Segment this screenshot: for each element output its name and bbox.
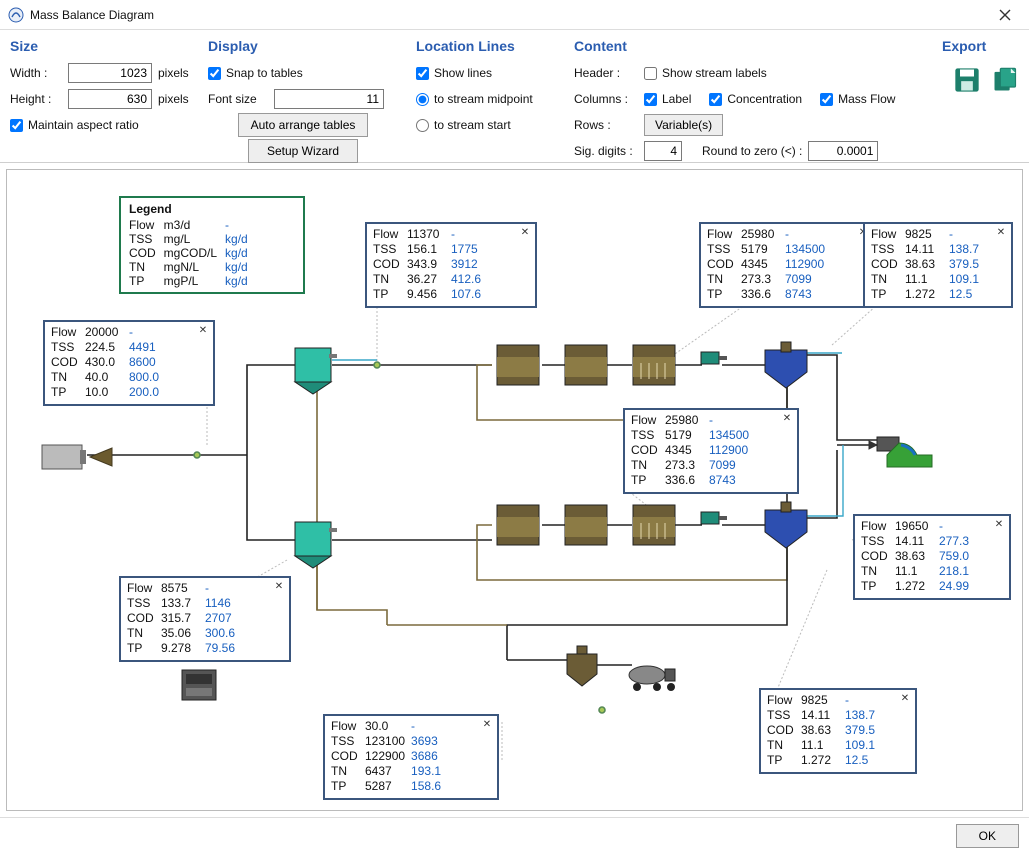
table-sludge[interactable]: ✕ Flow30.0- TSS1231003693 COD1229003686 … [323,714,499,800]
table-combined-eff[interactable]: ✕ Flow19650- TSS14.11277.3 COD38.63759.0… [853,514,1011,600]
midpoint-radio[interactable] [416,93,429,106]
table-close-icon[interactable]: ✕ [272,579,286,593]
sig-label: Sig. digits : [574,144,638,158]
table-rx2[interactable]: ✕ Flow25980- TSS5179134500 COD4345112900… [623,408,799,494]
table-eff-top[interactable]: ✕ Flow9825- TSS14.11138.7 COD38.63379.5 … [863,222,1013,308]
sig-input[interactable] [644,141,682,161]
start-radio[interactable] [416,119,429,132]
label-chk-label: Label [662,92,691,106]
streamlabels-checkbox[interactable] [644,67,657,80]
label-checkbox[interactable] [644,93,657,106]
font-input[interactable] [274,89,384,109]
reactor-bot-1-icon [497,505,539,545]
thickener-icon [567,646,597,686]
height-label: Height : [10,92,62,106]
blower-bot-icon [701,512,727,524]
table-close-icon[interactable]: ✕ [898,691,912,705]
table-close-icon[interactable]: ✕ [196,323,210,337]
primary-clarifier-2-icon [295,522,337,568]
secondary-clarifier-2-icon [765,502,807,548]
table-close-icon[interactable]: ✕ [994,225,1008,239]
reactor-top-3-icon [633,345,675,385]
showlines-label: Show lines [434,66,492,80]
setup-wizard-button[interactable]: Setup Wizard [248,139,358,163]
midpoint-label: to stream midpoint [434,92,533,106]
legend-title: Legend [129,202,295,216]
close-button[interactable] [989,3,1021,27]
rows-label: Rows : [574,118,638,132]
outfall-icon [877,437,932,467]
influent-icon [42,445,112,469]
reactor-top-1-icon [497,345,539,385]
ok-button[interactable]: OK [956,824,1019,848]
columns-label: Columns : [574,92,638,106]
table-influent[interactable]: ✕ Flow20000- TSS224.54491 COD430.08600 T… [43,320,215,406]
table-eff-bot[interactable]: ✕ Flow9825- TSS14.11138.7 COD38.63379.5 … [759,688,917,774]
blower-top-icon [701,352,727,364]
mf-checkbox[interactable] [820,93,833,106]
table-close-icon[interactable]: ✕ [518,225,532,239]
secondary-clarifier-1-icon [765,342,807,388]
loc-heading: Location Lines [416,38,556,54]
aspect-checkbox[interactable] [10,119,23,132]
height-input[interactable] [68,89,152,109]
content-heading: Content [574,38,924,54]
streamlabels-label: Show stream labels [662,66,767,80]
save-icon[interactable] [953,66,981,94]
window-title: Mass Balance Diagram [30,8,154,22]
round-input[interactable] [808,141,878,161]
aspect-label: Maintain aspect ratio [28,118,139,132]
conc-checkbox[interactable] [709,93,722,106]
reactor-bot-2-icon [565,505,607,545]
controller-icon [182,670,216,700]
showlines-checkbox[interactable] [416,67,429,80]
start-label: to stream start [434,118,511,132]
conc-chk-label: Concentration [727,92,802,106]
table-pc1[interactable]: ✕ Flow11370- TSS156.11775 COD343.93912 T… [365,222,537,308]
auto-arrange-button[interactable]: Auto arrange tables [238,113,368,137]
table-rx1[interactable]: ✕ Flow25980- TSS5179134500 COD4345112900… [699,222,875,308]
snap-checkbox[interactable] [208,67,221,80]
round-label: Round to zero (<) : [702,144,802,158]
font-label: Font size [208,92,268,106]
width-input[interactable] [68,63,152,83]
width-units: pixels [158,66,189,80]
app-icon [8,7,24,23]
variables-button[interactable]: Variable(s) [644,114,723,136]
table-pc2[interactable]: ✕ Flow8575- TSS133.71146 COD315.72707 TN… [119,576,291,662]
size-heading: Size [10,38,190,54]
height-units: pixels [158,92,189,106]
header-label: Header : [574,66,638,80]
export-heading: Export [942,38,1019,54]
display-heading: Display [208,38,398,54]
copy-icon[interactable] [991,66,1019,94]
width-label: Width : [10,66,62,80]
legend-box: Legend Flowm3/d- TSSmg/Lkg/d CODmgCOD/Lk… [119,196,305,294]
truck-icon [629,666,675,691]
snap-label: Snap to tables [226,66,303,80]
table-close-icon[interactable]: ✕ [992,517,1006,531]
mf-chk-label: Mass Flow [838,92,895,106]
table-close-icon[interactable]: ✕ [480,717,494,731]
diagram-canvas[interactable]: Legend Flowm3/d- TSSmg/Lkg/d CODmgCOD/Lk… [6,169,1023,811]
close-icon [999,9,1011,21]
table-close-icon[interactable]: ✕ [780,411,794,425]
reactor-bot-3-icon [633,505,675,545]
reactor-top-2-icon [565,345,607,385]
primary-clarifier-1-icon [295,348,337,394]
